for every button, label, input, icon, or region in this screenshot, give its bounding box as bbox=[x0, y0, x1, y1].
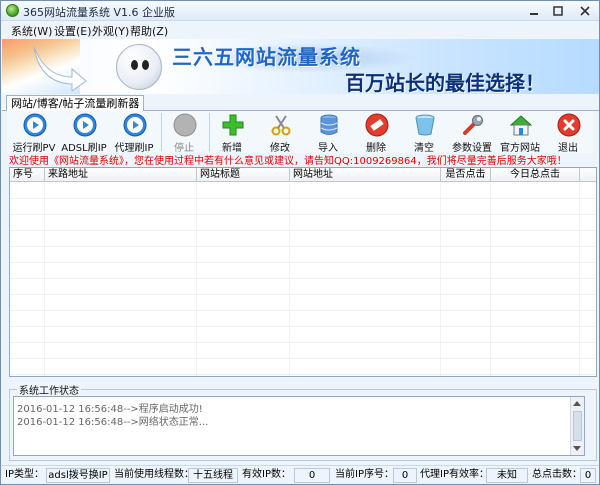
ip-type-label: IP类型： bbox=[5, 469, 44, 480]
database-icon bbox=[320, 114, 338, 135]
play-icon bbox=[123, 113, 147, 137]
ip-type-value: adsl拨号换IP bbox=[46, 468, 110, 483]
minimize-button[interactable] bbox=[523, 3, 545, 19]
add-button[interactable]: 新增 bbox=[209, 112, 255, 154]
table-body bbox=[10, 183, 596, 376]
menu-system[interactable]: 系统(W) bbox=[11, 23, 52, 39]
edit-button[interactable]: 修改 bbox=[257, 112, 303, 154]
notice-text: 欢迎使用《网站流量系统》，您在使用过程中若有什么意见或建议，请告知QQ:1009… bbox=[9, 156, 567, 166]
bucket-icon bbox=[415, 114, 435, 136]
valid-ip-value: 0 bbox=[294, 468, 330, 483]
table-header: 序号 来路地址 网站标题 网站地址 是否点击 今日总点击 bbox=[10, 168, 596, 182]
tab-strip: 网站/博客/帖子流量刷新器 bbox=[2, 94, 599, 111]
menu-settings[interactable]: 设置(E) bbox=[54, 23, 92, 39]
tab-traffic-refresher[interactable]: 网站/博客/帖子流量刷新器 bbox=[6, 95, 145, 111]
proxy-rate-value: 未知 bbox=[486, 468, 528, 483]
column-header[interactable]: 来路地址 bbox=[45, 168, 197, 182]
status-log[interactable]: 2016-01-12 16:56:48-->程序启动成功! 2016-01-12… bbox=[13, 396, 585, 456]
log-scrollbar[interactable] bbox=[570, 397, 584, 455]
maximize-button[interactable] bbox=[547, 3, 569, 19]
plus-icon bbox=[222, 114, 244, 136]
banner-arrow-icon bbox=[33, 46, 87, 91]
import-button[interactable]: 导入 bbox=[305, 112, 351, 154]
clear-button[interactable]: 清空 bbox=[401, 112, 447, 154]
menu-help[interactable]: 帮助(Z) bbox=[130, 23, 168, 39]
column-header[interactable]: 网站标题 bbox=[197, 168, 290, 182]
official-site-button[interactable]: 官方网站 bbox=[497, 112, 543, 154]
scroll-up-icon[interactable] bbox=[573, 401, 581, 406]
play-icon bbox=[23, 113, 47, 137]
column-header[interactable]: 序号 bbox=[10, 168, 45, 182]
stop-icon bbox=[173, 113, 197, 137]
run-pv-button[interactable]: 运行刷PV bbox=[11, 112, 57, 154]
menu-appearance[interactable]: 外观(Y) bbox=[92, 23, 129, 39]
ip-seq-label: 当前IP序号： bbox=[335, 469, 394, 480]
banner-title: 三六五网站流量系统 bbox=[172, 45, 361, 69]
scissors-icon bbox=[271, 115, 291, 136]
close-button[interactable] bbox=[573, 3, 597, 19]
valid-ip-label: 有效IP数： bbox=[242, 469, 291, 480]
threads-label: 当前使用线程数： bbox=[114, 469, 194, 480]
scroll-down-icon[interactable] bbox=[573, 446, 581, 451]
total-clicks-label: 总点击数： bbox=[532, 469, 582, 480]
url-table[interactable]: 序号 来路地址 网站标题 网站地址 是否点击 今日总点击 bbox=[9, 167, 597, 377]
log-line: 2016-01-12 16:56:48-->网络状态正常... bbox=[17, 417, 209, 428]
house-icon bbox=[509, 115, 533, 136]
stop-button[interactable]: 停止 bbox=[161, 112, 207, 154]
column-header[interactable]: 是否点击 bbox=[441, 168, 491, 182]
banner: 三六五网站流量系统 百万站长的最佳选择！ bbox=[2, 39, 599, 94]
proxy-rate-label: 代理IP有效率： bbox=[420, 469, 489, 480]
minimize-icon bbox=[530, 13, 538, 15]
mascot-icon bbox=[116, 44, 162, 90]
status-bar: IP类型： adsl拨号换IP 当前使用线程数： 十五线程 有效IP数： 0 当… bbox=[2, 465, 599, 484]
window-title: 365网站流量系统 V1.6 企业版 bbox=[23, 6, 176, 19]
banner-slogan: 百万站长的最佳选择！ bbox=[345, 71, 545, 94]
close-icon bbox=[580, 6, 590, 16]
exit-icon bbox=[557, 113, 581, 137]
total-clicks-value: 0 bbox=[580, 468, 596, 483]
adsl-ip-button[interactable]: ADSL刷IP bbox=[61, 112, 107, 154]
wrench-icon bbox=[463, 115, 483, 135]
maximize-icon bbox=[553, 6, 563, 16]
delete-icon bbox=[365, 113, 389, 137]
status-group-label: 系统工作状态 bbox=[17, 382, 81, 397]
app-logo-icon bbox=[6, 4, 19, 17]
delete-button[interactable]: 删除 bbox=[353, 112, 399, 154]
title-bar: 365网站流量系统 V1.6 企业版 bbox=[1, 1, 599, 21]
scroll-thumb[interactable] bbox=[573, 411, 582, 441]
column-header[interactable]: 网站地址 bbox=[290, 168, 441, 182]
toolbar: 运行刷PV ADSL刷IP 代理刷IP 停止 新增 修改 导入 删除 清空 参数… bbox=[7, 111, 593, 154]
app-window: 365网站流量系统 V1.6 企业版 系统(W) 设置(E) 外观(Y) 帮助(… bbox=[0, 0, 600, 485]
column-header[interactable]: 今日总点击 bbox=[491, 168, 580, 182]
settings-button[interactable]: 参数设置 bbox=[449, 112, 495, 154]
threads-value: 十五线程 bbox=[188, 468, 238, 483]
menu-bar: 系统(W) 设置(E) 外观(Y) 帮助(Z) bbox=[1, 21, 599, 39]
ip-seq-value: 0 bbox=[393, 468, 417, 483]
play-icon bbox=[73, 113, 97, 137]
exit-button[interactable]: 退出 bbox=[545, 112, 591, 154]
proxy-ip-button[interactable]: 代理刷IP bbox=[111, 112, 157, 154]
